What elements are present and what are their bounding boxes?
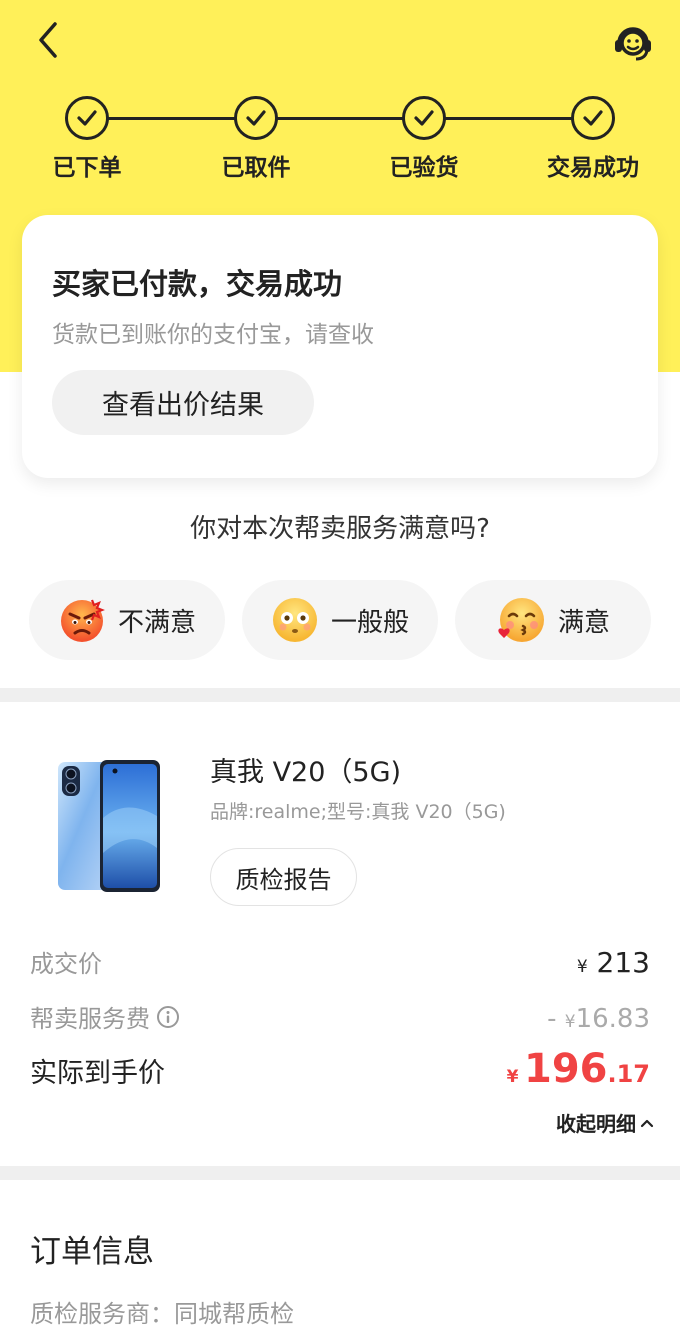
quality-report-button[interactable]: 质检报告: [210, 848, 357, 906]
collapse-details-button[interactable]: 收起明细: [556, 1108, 654, 1137]
net-price-label: 实际到手价: [30, 1058, 165, 1089]
product-spec: 品牌:realme;型号:真我 V20（5G): [210, 801, 506, 823]
fee-amount: 16.83: [575, 1004, 650, 1034]
chevron-left-icon: [39, 22, 57, 58]
check-icon: [571, 96, 615, 140]
customer-service-button[interactable]: [610, 20, 656, 64]
info-icon[interactable]: [156, 1005, 180, 1029]
rate-unsatisfied-button[interactable]: 不满意: [29, 580, 225, 660]
currency-symbol: ¥: [576, 957, 588, 977]
collapse-label: 收起明细: [556, 1112, 636, 1136]
net-price-value: ¥ 196.17: [507, 1046, 650, 1092]
service-fee-value: - ¥16.83: [547, 1004, 650, 1034]
deal-price-label: 成交价: [30, 950, 102, 978]
rate-satisfied-button[interactable]: 满意: [455, 580, 651, 660]
deal-price-row: 成交价 ¥ 213: [30, 944, 650, 979]
net-price-decimal: .17: [607, 1060, 650, 1088]
rate-label: 不满意: [117, 607, 196, 638]
section-divider: [0, 688, 680, 702]
neutral-face-icon: [272, 598, 317, 642]
check-icon: [234, 96, 278, 140]
check-icon: [402, 96, 446, 140]
order-info-title: 订单信息: [30, 1234, 154, 1270]
back-button[interactable]: [26, 18, 70, 62]
step-ordered: 已下单: [17, 96, 157, 182]
chevron-up-icon: [640, 1119, 654, 1127]
status-subtitle: 货款已到账你的支付宝，请查收: [52, 322, 374, 348]
phone-image: [56, 758, 164, 894]
step-completed: 交易成功: [523, 96, 663, 182]
kissing-face-icon: [498, 598, 544, 642]
step-inspected: 已验货: [354, 96, 494, 182]
rate-label: 满意: [557, 607, 610, 638]
qc-provider-text: 质检服务商：同城帮质检: [30, 1300, 294, 1328]
deal-price-value: ¥ 213: [577, 946, 650, 979]
minus-sign: -: [547, 1004, 557, 1034]
net-price-row: 实际到手价 ¥ 196.17: [30, 1046, 650, 1092]
currency-symbol: ¥: [506, 1067, 519, 1087]
service-fee-label: 帮卖服务费: [30, 1005, 150, 1033]
angry-face-icon: [60, 599, 105, 642]
currency-symbol: ¥: [564, 1012, 576, 1032]
view-bid-result-button[interactable]: 查看出价结果: [52, 370, 314, 435]
step-label: 交易成功: [547, 155, 639, 181]
service-fee-label-group: 帮卖服务费: [30, 999, 180, 1034]
service-fee-row: 帮卖服务费 - ¥16.83: [30, 999, 650, 1034]
progress-line: [87, 117, 593, 120]
rate-label: 一般般: [330, 607, 409, 638]
net-price-integer: 196: [523, 1046, 608, 1092]
step-picked-up: 已取件: [186, 96, 326, 182]
deal-amount: 213: [596, 946, 650, 979]
status-title: 买家已付款，交易成功: [52, 267, 343, 301]
customer-service-icon: [615, 27, 651, 61]
survey-question: 你对本次帮卖服务满意吗?: [190, 514, 490, 544]
progress-steps: 已下单 已取件 已验货 交易成功: [0, 96, 680, 186]
product-name[interactable]: 真我 V20（5G): [210, 750, 401, 789]
check-icon: [65, 96, 109, 140]
step-label: 已下单: [52, 155, 122, 181]
status-card: 买家已付款，交易成功 货款已到账你的支付宝，请查收 查看出价结果: [22, 215, 658, 478]
step-label: 已验货: [389, 155, 459, 181]
satisfaction-options: 不满意 一般般 满意: [29, 580, 651, 660]
section-divider: [0, 1166, 680, 1180]
rate-neutral-button[interactable]: 一般般: [242, 580, 438, 660]
step-label: 已取件: [221, 155, 291, 181]
